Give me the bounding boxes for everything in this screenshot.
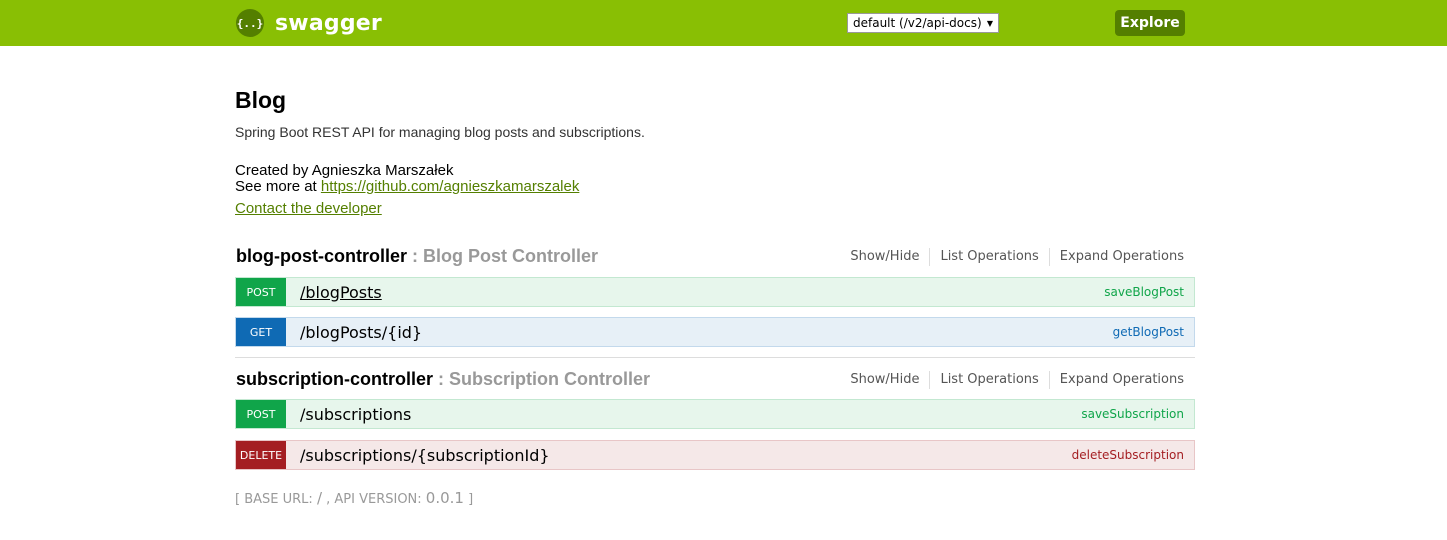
explore-button[interactable]: Explore — [1115, 10, 1185, 36]
swagger-logo[interactable]: {..} swagger — [236, 9, 382, 37]
show-hide-link[interactable]: Show/Hide — [840, 248, 931, 266]
chevron-down-icon: ▼ — [986, 18, 993, 28]
see-more: See more at https://github.com/agnieszka… — [235, 179, 1195, 195]
operation-nickname[interactable]: getBlogPost — [1113, 325, 1184, 339]
footer-open-bracket: [ — [235, 492, 245, 507]
resource-options: Show/Hide List Operations Expand Operati… — [840, 248, 1195, 266]
resource-heading: blog-post-controller : Blog Post Control… — [235, 244, 1195, 272]
base-url-label: BASE URL: — [244, 492, 317, 507]
show-hide-link[interactable]: Show/Hide — [840, 371, 931, 389]
operation-path[interactable]: /subscriptions/{subscriptionId} — [300, 446, 1072, 465]
api-version-label: , API VERSION: — [322, 492, 426, 507]
http-method-badge: POST — [236, 278, 286, 306]
api-spec-select[interactable]: default (/v2/api-docs) ▼ — [847, 13, 999, 33]
api-title: Blog — [235, 87, 287, 113]
api-spec-select-value: default (/v2/api-docs) — [853, 16, 982, 30]
resource-description: : Subscription Controller — [433, 369, 651, 389]
http-method-badge: POST — [236, 400, 286, 428]
resource-description: : Blog Post Controller — [406, 246, 598, 266]
expand-operations-link[interactable]: Expand Operations — [1050, 371, 1195, 389]
footer-close-bracket: ] — [463, 492, 474, 507]
resource-subscription-controller: subscription-controller : Subscription C… — [235, 367, 1195, 470]
operation-get-blogpost[interactable]: GET /blogPosts/{id} getBlogPost — [235, 317, 1195, 347]
swagger-logo-icon: {..} — [236, 9, 264, 37]
resource-title[interactable]: subscription-controller : Subscription C… — [236, 367, 650, 391]
expand-operations-link[interactable]: Expand Operations — [1050, 248, 1195, 266]
see-more-prefix: See more at — [235, 178, 321, 195]
operation-nickname[interactable]: deleteSubscription — [1072, 448, 1184, 462]
top-bar: {..} swagger default (/v2/api-docs) ▼ Ex… — [0, 0, 1447, 46]
swagger-logo-text: swagger — [275, 10, 382, 36]
http-method-badge: DELETE — [236, 441, 286, 469]
api-info: Blog Spring Boot REST API for managing b… — [235, 84, 1195, 218]
github-link[interactable]: https://github.com/agnieszkamarszalek — [321, 178, 579, 195]
resource-heading: subscription-controller : Subscription C… — [235, 367, 1195, 395]
api-description: Spring Boot REST API for managing blog p… — [235, 124, 645, 140]
resource-name: blog-post-controller — [236, 246, 407, 266]
resource-options: Show/Hide List Operations Expand Operati… — [840, 371, 1195, 389]
operation-post-subscriptions[interactable]: POST /subscriptions saveSubscription — [235, 399, 1195, 429]
operation-post-blogposts[interactable]: POST /blogPosts saveBlogPost — [235, 277, 1195, 307]
list-operations-link[interactable]: List Operations — [930, 248, 1050, 266]
resource-blog-post-controller: blog-post-controller : Blog Post Control… — [235, 244, 1195, 347]
resource-title[interactable]: blog-post-controller : Blog Post Control… — [236, 244, 598, 268]
api-footer: [ BASE URL: / , API VERSION: 0.0.1 ] — [235, 489, 473, 507]
api-version-value: 0.0.1 — [425, 489, 464, 507]
created-by: Created by Agnieszka Marszałek — [235, 162, 454, 179]
operation-delete-subscription[interactable]: DELETE /subscriptions/{subscriptionId} d… — [235, 440, 1195, 470]
contact-developer-link[interactable]: Contact the developer — [235, 200, 382, 218]
list-operations-link[interactable]: List Operations — [930, 371, 1050, 389]
http-method-badge: GET — [236, 318, 286, 346]
resource-name: subscription-controller — [236, 369, 434, 389]
operation-nickname[interactable]: saveSubscription — [1081, 407, 1184, 421]
operation-path[interactable]: /blogPosts — [300, 283, 1104, 302]
operation-path[interactable]: /subscriptions — [300, 405, 1081, 424]
operation-path[interactable]: /blogPosts/{id} — [300, 323, 1113, 342]
operation-nickname[interactable]: saveBlogPost — [1104, 285, 1184, 299]
resource-divider — [235, 357, 1195, 358]
